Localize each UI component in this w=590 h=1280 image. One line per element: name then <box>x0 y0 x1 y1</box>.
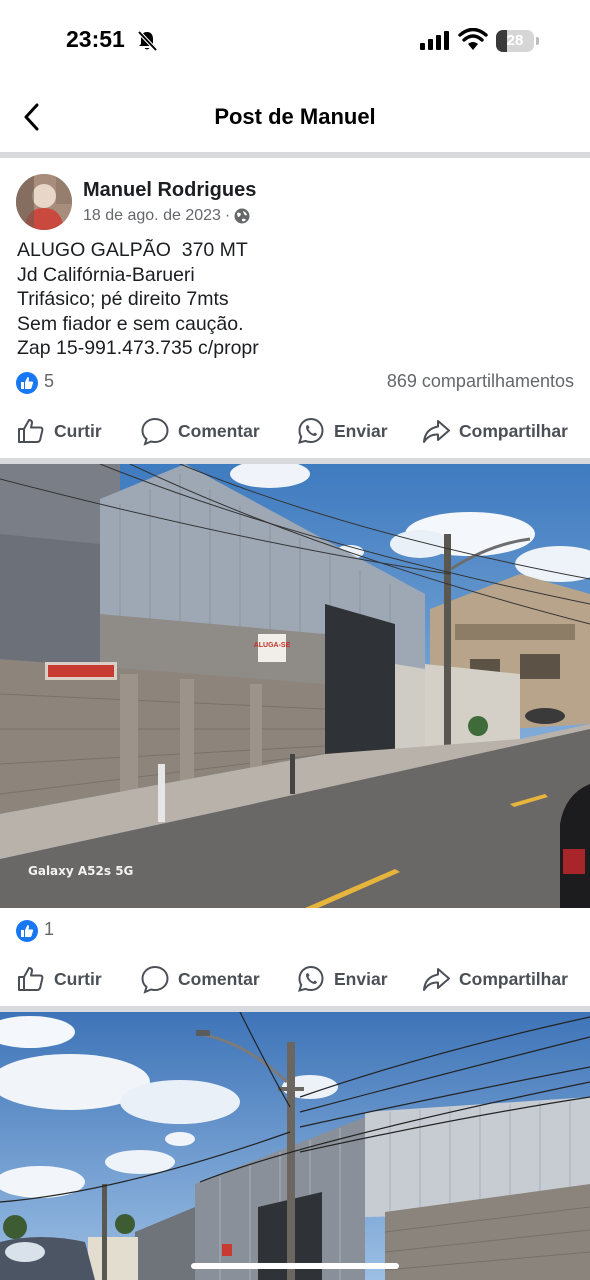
like-reaction-icon <box>16 372 38 394</box>
top-nav: Post de Manuel <box>0 80 590 154</box>
divider <box>0 152 590 158</box>
rent-sign: ALUGA-SE <box>254 642 291 649</box>
like-label: Curtir <box>54 968 102 989</box>
share-button[interactable]: Compartilhar <box>421 411 568 451</box>
share-button[interactable]: Compartilhar <box>421 959 568 999</box>
comment-label: Comentar <box>178 420 260 441</box>
status-bar: 23:51 28 <box>0 0 590 80</box>
speech-bubble-icon <box>141 417 169 446</box>
battery-indicator: 28 <box>496 30 540 52</box>
post-text-line: Jd Califórnia-Barueri <box>17 263 195 286</box>
home-indicator[interactable] <box>191 1263 399 1269</box>
avatar[interactable] <box>16 174 72 230</box>
post-photo[interactable]: ALUGA-SE Galaxy A52s 5G <box>0 464 590 908</box>
wifi-icon <box>458 28 488 50</box>
send-label: Enviar <box>334 968 388 989</box>
page-title: Post de Manuel <box>214 104 376 129</box>
whatsapp-icon <box>298 965 324 992</box>
post-text-line: Zap 15-991.473.735 c/propr <box>17 337 259 360</box>
reaction-count: 5 <box>44 371 55 391</box>
photo-actions: Curtir Comentar Enviar Compartilhar <box>0 959 590 999</box>
post-text-line: Trifásico; pé direito 7mts <box>17 288 229 311</box>
whatsapp-icon <box>298 417 324 444</box>
meta-separator: · <box>224 207 231 224</box>
post-text-line: Sem fiador e sem caução. <box>17 312 244 335</box>
like-button[interactable]: Curtir <box>16 959 102 999</box>
reaction-count: 1 <box>44 919 55 939</box>
comment-button[interactable]: Comentar <box>140 959 260 999</box>
post-text: ALUGO GALPÃO 370 MT Jd Califórnia-Baruer… <box>17 238 259 361</box>
share-arrow-icon <box>423 968 450 991</box>
thumbs-up-icon <box>18 967 44 991</box>
post-meta: 18 de ago. de 2023 · <box>83 207 250 225</box>
photo-reactions[interactable]: 1 <box>16 918 574 944</box>
share-label: Compartilhar <box>459 968 568 989</box>
like-button[interactable]: Curtir <box>16 411 102 451</box>
share-label: Compartilhar <box>459 420 568 441</box>
post-date[interactable]: 18 de ago. de 2023 <box>83 207 221 225</box>
status-time: 23:51 <box>66 26 125 52</box>
shares-count[interactable]: 869 compartilhamentos <box>387 371 574 392</box>
comment-label: Comentar <box>178 968 260 989</box>
send-button[interactable]: Enviar <box>296 959 388 999</box>
author-name[interactable]: Manuel Rodrigues <box>83 179 256 202</box>
post-actions: Curtir Comentar Enviar Compartilhar <box>0 411 590 451</box>
post-reactions[interactable]: 5 869 compartilhamentos <box>16 370 574 396</box>
send-label: Enviar <box>334 420 388 441</box>
send-button[interactable]: Enviar <box>296 411 388 451</box>
post-text-line: ALUGO GALPÃO 370 MT <box>17 239 248 261</box>
globe-icon <box>234 208 250 224</box>
camera-watermark: Galaxy A52s 5G <box>28 864 134 878</box>
battery-level: 28 <box>506 32 524 49</box>
post-photo[interactable] <box>0 1012 590 1280</box>
share-arrow-icon <box>423 420 450 443</box>
comment-button[interactable]: Comentar <box>140 411 260 451</box>
cellular-signal-icon <box>420 31 449 50</box>
bell-slash-icon <box>137 30 157 52</box>
thumbs-up-icon <box>18 419 44 443</box>
like-label: Curtir <box>54 420 102 441</box>
like-reaction-icon <box>16 920 38 942</box>
speech-bubble-icon <box>141 965 169 994</box>
